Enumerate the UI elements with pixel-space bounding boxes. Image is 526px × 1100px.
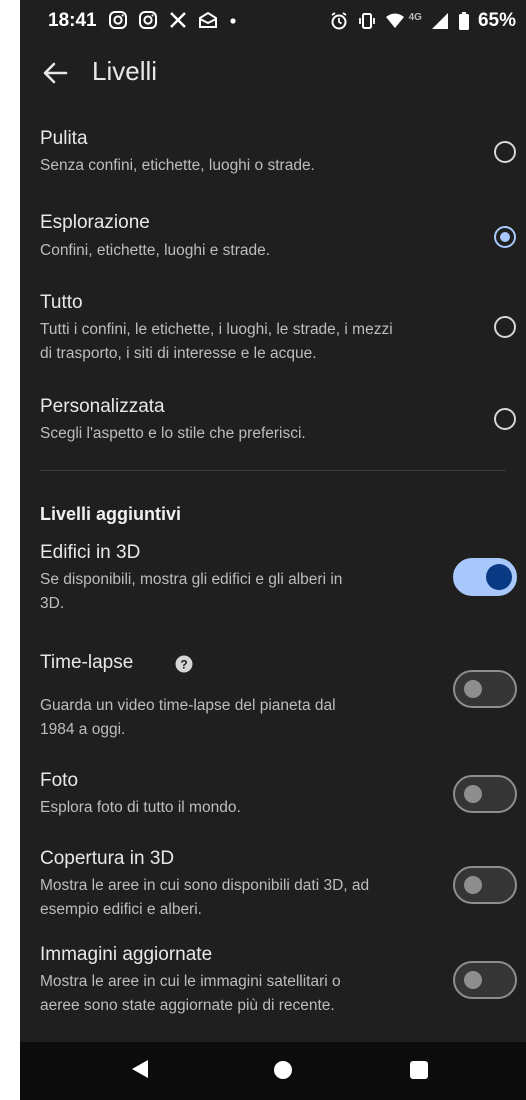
section-title: Livelli aggiuntivi <box>40 504 182 524</box>
back-arrow-icon[interactable] <box>38 56 72 90</box>
option-description-line-2: di trasporto, i siti di interesse e le a… <box>40 345 317 362</box>
layer-item-copertura-3d[interactable]: Copertura in 3D Mostra le aree in cui so… <box>20 840 526 930</box>
vibrate-icon <box>358 13 375 29</box>
svg-text:?: ? <box>180 658 187 672</box>
layer-description: Esplora foto di tutto il mondo. <box>40 799 241 816</box>
nav-recents-icon[interactable] <box>410 1061 428 1079</box>
signal-icon <box>431 13 448 29</box>
instagram-icon <box>139 11 157 29</box>
map-style-option-personalizzata[interactable]: Personalizzata Scegli l'aspetto e lo sti… <box>20 386 526 458</box>
app-screen: 18:41 4G 65% Livelli Pulita Senza confin… <box>20 0 526 1100</box>
layer-title: Time-lapse <box>40 652 134 673</box>
option-title: Tutto <box>40 292 83 313</box>
battery-percentage: 65% <box>477 10 516 31</box>
x-icon <box>170 12 186 28</box>
nav-back-icon[interactable] <box>132 1060 148 1078</box>
layer-description-line-2: 1984 a oggi. <box>40 721 126 738</box>
layer-title: Edifici in 3D <box>40 542 141 563</box>
nav-home-icon[interactable] <box>274 1061 292 1079</box>
layer-item-immagini-aggiornate[interactable]: Immagini aggiornate Mostra le aree in cu… <box>20 936 526 1026</box>
dot-icon <box>230 18 236 24</box>
option-description-line-1: Tutti i confini, le etichette, i luoghi,… <box>40 321 393 338</box>
toggle-knob <box>464 876 482 894</box>
toggle-switch-off[interactable] <box>453 670 517 708</box>
map-style-option-pulita[interactable]: Pulita Senza confini, etichette, luoghi … <box>20 118 526 190</box>
mail-icon <box>199 11 217 28</box>
alarm-icon <box>331 12 347 30</box>
status-time: 18:41 <box>48 10 97 31</box>
status-bar: 18:41 4G 65% <box>20 0 526 44</box>
layer-description-line-2: aeree sono state aggiornate più di recen… <box>40 997 335 1014</box>
layer-description-line-1: Guarda un video time-lapse del pianeta d… <box>40 697 336 714</box>
battery-icon <box>458 12 469 30</box>
map-style-option-tutto[interactable]: Tutto Tutti i confini, le etichette, i l… <box>20 282 526 382</box>
layer-title: Immagini aggiornate <box>40 944 213 965</box>
wifi-icon <box>385 13 404 28</box>
option-title: Pulita <box>40 128 88 149</box>
instagram-icon <box>109 11 127 29</box>
radio-button[interactable] <box>494 141 516 163</box>
option-description: Scegli l'aspetto e lo stile che preferis… <box>40 425 306 442</box>
toggle-knob <box>464 971 482 989</box>
layer-description-line-1: Mostra le aree in cui le immagini satell… <box>40 973 341 990</box>
notification-icons <box>108 10 238 30</box>
radio-button[interactable] <box>494 408 516 430</box>
toggle-knob <box>464 785 482 803</box>
layer-item-edifici-3d[interactable]: Edifici in 3D Se disponibili, mostra gli… <box>20 532 526 632</box>
layer-description-line-2: esempio edifici e alberi. <box>40 901 202 918</box>
layer-title: Foto <box>40 770 79 791</box>
help-icon[interactable]: ? <box>175 655 193 673</box>
radio-button[interactable] <box>494 316 516 338</box>
toggle-knob <box>486 564 512 590</box>
toggle-switch-off[interactable] <box>453 961 517 999</box>
toggle-switch-off[interactable] <box>453 866 517 904</box>
radio-button-selected[interactable] <box>494 226 516 248</box>
option-title: Personalizzata <box>40 396 165 417</box>
top-app-bar: Livelli <box>20 50 526 96</box>
option-description: Senza confini, etichette, luoghi o strad… <box>40 157 315 174</box>
system-navigation-bar <box>20 1042 526 1100</box>
system-icons: 4G 65% <box>329 10 516 32</box>
layer-title: Copertura in 3D <box>40 848 175 869</box>
layer-description-line-1: Mostra le aree in cui sono disponibili d… <box>40 877 370 894</box>
toggle-switch-on[interactable] <box>453 558 517 596</box>
layer-item-foto[interactable]: Foto Esplora foto di tutto il mondo. <box>20 764 526 836</box>
layer-item-time-lapse[interactable]: Time-lapse ? Guarda un video time-lapse … <box>20 642 526 752</box>
section-divider <box>40 470 506 471</box>
toggle-switch-off[interactable] <box>453 775 517 813</box>
option-description: Confini, etichette, luoghi e strade. <box>40 242 271 259</box>
map-style-option-esplorazione[interactable]: Esplorazione Confini, etichette, luoghi … <box>20 204 526 276</box>
network-type-label: 4G <box>408 11 422 23</box>
layer-description-line-2: 3D. <box>40 595 65 612</box>
page-title: Livelli <box>92 56 158 86</box>
layer-description-line-1: Se disponibili, mostra gli edifici e gli… <box>40 571 343 588</box>
toggle-knob <box>464 680 482 698</box>
option-title: Esplorazione <box>40 212 150 233</box>
